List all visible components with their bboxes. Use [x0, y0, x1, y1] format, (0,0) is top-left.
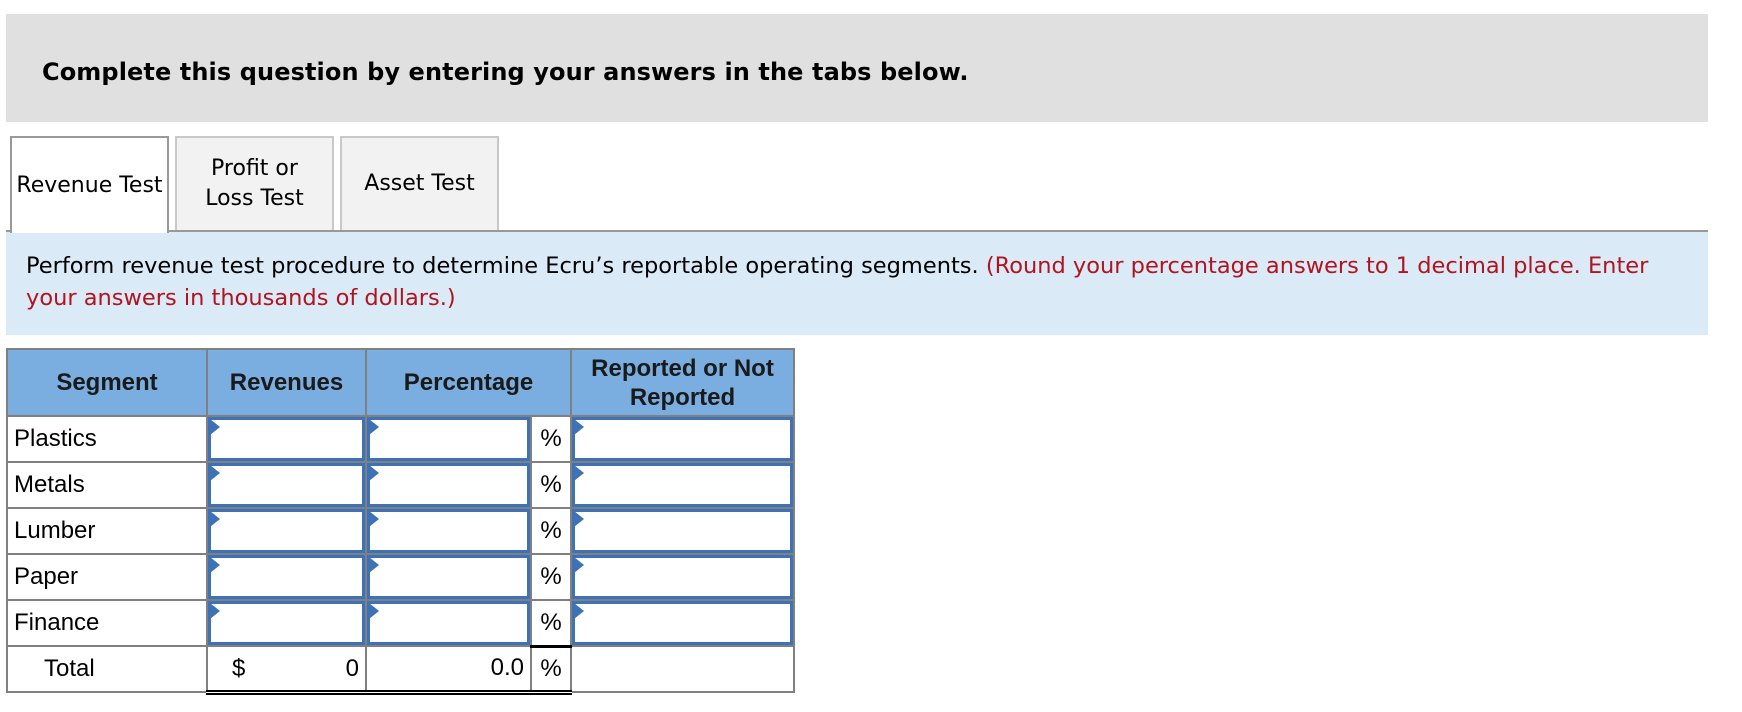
reported-dropdown-frame: [572, 417, 793, 461]
total-revenues: $ 0: [206, 645, 367, 695]
percentage-cell: [365, 415, 532, 463]
revenues-input[interactable]: [211, 466, 362, 504]
revenues-cell: [206, 599, 367, 647]
revenue-test-table: Segment Revenues Percentage Reported or …: [6, 348, 795, 695]
reported-dropdown[interactable]: [575, 512, 790, 550]
table-row: Metals%: [6, 461, 795, 509]
percentage-input-frame: [367, 601, 530, 645]
percentage-input-frame: [367, 463, 530, 507]
revenues-input[interactable]: [211, 512, 362, 550]
reported-dropdown-frame: [572, 601, 793, 645]
revenues-input-frame: [208, 417, 365, 461]
reported-cell: [570, 599, 795, 647]
tab-asset-test[interactable]: Asset Test: [340, 136, 499, 230]
percentage-input[interactable]: [370, 604, 527, 642]
instructions-text: Perform revenue test procedure to determ…: [26, 253, 979, 279]
total-label: Total: [6, 645, 208, 693]
percent-symbol: %: [530, 415, 572, 463]
revenues-cell: [206, 553, 367, 601]
reported-cell: [570, 415, 795, 463]
percentage-input-frame: [367, 509, 530, 553]
segment-label: Paper: [6, 553, 208, 601]
percentage-input[interactable]: [370, 420, 527, 458]
currency-symbol: $: [232, 655, 246, 682]
total-reported-empty: [570, 645, 795, 693]
percentage-input-frame: [367, 417, 530, 461]
table-row: Lumber%: [6, 507, 795, 555]
tab-revenue-test[interactable]: Revenue Test: [10, 136, 169, 233]
total-row: Total $ 0 0.0 %: [6, 644, 795, 695]
instructions-panel: Perform revenue test procedure to determ…: [6, 232, 1708, 335]
tab-profit-or-loss-test[interactable]: Profit or Loss Test: [175, 136, 334, 230]
percent-symbol: %: [530, 644, 572, 695]
revenues-input-frame: [208, 601, 365, 645]
total-revenues-value: 0: [345, 655, 359, 682]
segment-label: Metals: [6, 461, 208, 509]
table-row: Plastics%: [6, 415, 795, 463]
revenues-cell: [206, 507, 367, 555]
percentage-cell: [365, 553, 532, 601]
banner-text: Complete this question by entering your …: [42, 58, 969, 86]
table-row: Paper%: [6, 553, 795, 601]
segment-label: Lumber: [6, 507, 208, 555]
header-reported: Reported or Not Reported: [570, 348, 795, 417]
revenues-cell: [206, 415, 367, 463]
reported-cell: [570, 461, 795, 509]
reported-dropdown[interactable]: [575, 604, 790, 642]
segment-label: Plastics: [6, 415, 208, 463]
header-revenues: Revenues: [206, 348, 367, 417]
reported-cell: [570, 507, 795, 555]
percentage-cell: [365, 461, 532, 509]
reported-dropdown[interactable]: [575, 558, 790, 596]
percent-symbol: %: [530, 599, 572, 647]
reported-dropdown-frame: [572, 463, 793, 507]
table-row: Finance%: [6, 599, 795, 647]
percentage-input[interactable]: [370, 512, 527, 550]
percentage-input[interactable]: [370, 466, 527, 504]
percentage-input-frame: [367, 555, 530, 599]
revenues-cell: [206, 461, 367, 509]
segment-label: Finance: [6, 599, 208, 647]
percent-symbol: %: [530, 507, 572, 555]
tab-label: Profit or Loss Test: [205, 156, 304, 211]
total-percentage: 0.0: [365, 645, 532, 695]
reported-dropdown-frame: [572, 555, 793, 599]
question-banner: Complete this question by entering your …: [6, 14, 1708, 122]
revenues-input-frame: [208, 555, 365, 599]
percentage-cell: [365, 599, 532, 647]
reported-dropdown[interactable]: [575, 420, 790, 458]
table-header-row: Segment Revenues Percentage Reported or …: [6, 348, 795, 417]
revenues-input-frame: [208, 509, 365, 553]
revenues-input[interactable]: [211, 420, 362, 458]
header-percentage: Percentage: [365, 348, 572, 417]
revenues-input-frame: [208, 463, 365, 507]
percent-symbol: %: [530, 553, 572, 601]
reported-dropdown-frame: [572, 509, 793, 553]
revenues-input[interactable]: [211, 604, 362, 642]
percentage-cell: [365, 507, 532, 555]
reported-dropdown[interactable]: [575, 466, 790, 504]
header-segment: Segment: [6, 348, 208, 417]
percent-symbol: %: [530, 461, 572, 509]
revenues-input[interactable]: [211, 558, 362, 596]
reported-cell: [570, 553, 795, 601]
percentage-input[interactable]: [370, 558, 527, 596]
